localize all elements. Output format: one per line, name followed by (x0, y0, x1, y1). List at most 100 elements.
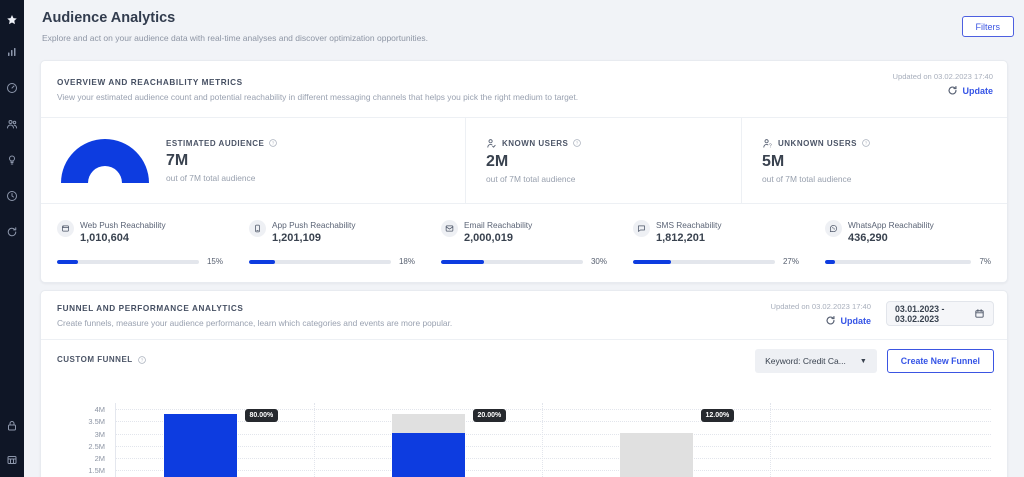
reachability-progress: 7% (825, 257, 991, 266)
keyword-dropdown[interactable]: Keyword: Credit Ca... ▼ (755, 349, 877, 373)
sidebar (0, 0, 24, 477)
caret-down-icon: ▼ (860, 358, 867, 365)
filters-button[interactable]: Filters (962, 16, 1015, 37)
progress-fill (441, 260, 484, 264)
refresh-icon (825, 315, 836, 326)
sidebar-bar-chart-icon[interactable] (0, 40, 24, 64)
y-axis (115, 403, 116, 477)
reachability-progress: 18% (249, 257, 415, 266)
sidebar-apps-grid-icon[interactable] (0, 448, 24, 472)
reachability-value: 1,201,109 (272, 232, 355, 244)
reachability-percent: 27% (783, 257, 799, 266)
reachability-value: 2,000,019 (464, 232, 532, 244)
conversion-badge: 20.00% (473, 409, 507, 422)
whatsapp-icon (829, 220, 838, 238)
known-users-sub: out of 7M total audience (486, 174, 581, 184)
estimated-audience-sub: out of 7M total audience (166, 173, 277, 183)
help-icon[interactable]: ? (573, 139, 581, 147)
reachability-label: App Push Reachability (272, 220, 355, 230)
progress-fill (57, 260, 78, 264)
overview-update-button[interactable]: Update (893, 85, 994, 96)
sidebar-gauge-icon[interactable] (0, 76, 24, 100)
sidebar-idea-icon[interactable] (0, 148, 24, 172)
funnel-update-button[interactable]: Update (771, 315, 872, 326)
overview-updated-timestamp: Updated on 03.02.2023 17:40 (893, 72, 994, 81)
reachability-label: SMS Reachability (656, 220, 721, 230)
y-axis-tick: 3M (57, 430, 105, 439)
reachability-item: Email Reachability 2,000,019 30% (441, 220, 633, 266)
app-push-icon (253, 220, 262, 238)
custom-funnel-label: CUSTOM FUNNEL (57, 355, 133, 364)
conversion-badge: 12.00% (701, 409, 735, 422)
known-users-label: KNOWN USERS (502, 139, 568, 148)
unknown-users-label: UNKNOWN USERS (778, 139, 857, 148)
overview-card-title: OVERVIEW AND REACHABILITY METRICS (57, 78, 991, 87)
progress-fill (825, 260, 835, 264)
refresh-icon (947, 85, 958, 96)
column-separator (542, 403, 543, 477)
reachability-percent: 18% (399, 257, 415, 266)
funnel-bar (164, 414, 237, 477)
overview-card-header: OVERVIEW AND REACHABILITY METRICS View y… (41, 61, 1007, 118)
estimated-audience-value: 7M (166, 152, 277, 170)
known-users-value: 2M (486, 153, 581, 171)
y-axis-tick: 2M (57, 454, 105, 463)
y-axis-tick: 2.5M (57, 442, 105, 451)
unknown-users-value: 5M (762, 153, 870, 171)
date-range-picker[interactable]: 03.01.2023 - 03.02.2023 (886, 301, 994, 326)
reachability-label: Web Push Reachability (80, 220, 166, 230)
sidebar-lock-icon[interactable] (0, 414, 24, 438)
svg-text:?: ? (769, 143, 772, 148)
reachability-progress: 27% (633, 257, 799, 266)
date-range-value: 03.01.2023 - 03.02.2023 (895, 304, 974, 324)
page-subtitle: Explore and act on your audience data wi… (42, 33, 428, 43)
sidebar-users-icon[interactable] (0, 112, 24, 136)
audience-gauge (61, 139, 149, 183)
metrics-row: ESTIMATED AUDIENCE ? 7M out of 7M total … (41, 118, 1007, 204)
reachability-value: 436,290 (848, 232, 934, 244)
create-new-funnel-button[interactable]: Create New Funnel (887, 349, 994, 373)
reachability-value: 1,010,604 (80, 232, 166, 244)
column-separator (770, 403, 771, 477)
svg-text:?: ? (272, 141, 275, 146)
page-title: Audience Analytics (42, 10, 175, 26)
reachability-item: SMS Reachability 1,812,201 27% (633, 220, 825, 266)
reachability-percent: 30% (591, 257, 607, 266)
overview-card-subtitle: View your estimated audience count and p… (57, 92, 991, 102)
gridline (115, 446, 991, 447)
reachability-value: 1,812,201 (656, 232, 721, 244)
conversion-badge: 80.00% (245, 409, 279, 422)
calendar-icon (974, 308, 985, 319)
y-axis-tick: 1.5M (57, 466, 105, 475)
reachability-item: WhatsApp Reachability 436,290 7% (825, 220, 991, 266)
reachability-item: Web Push Reachability 1,010,604 15% (57, 220, 249, 266)
sidebar-sync-icon[interactable] (0, 220, 24, 244)
reachability-progress: 15% (57, 257, 223, 266)
sidebar-star-icon[interactable] (0, 8, 24, 32)
person-question-icon: ? (762, 138, 773, 149)
funnel-updated-timestamp: Updated on 03.02.2023 17:40 (771, 302, 872, 311)
y-axis-tick: 3.5M (57, 417, 105, 426)
unknown-users-metric: ? UNKNOWN USERS ? 5M out of 7M total aud… (742, 118, 1007, 203)
reachability-label: Email Reachability (464, 220, 532, 230)
custom-funnel-toolbar: CUSTOM FUNNEL ? Keyword: Credit Ca... ▼ … (41, 340, 1007, 393)
sms-icon (637, 220, 646, 238)
funnel-analytics-card: FUNNEL AND PERFORMANCE ANALYTICS Create … (40, 290, 1008, 477)
reachability-progress: 30% (441, 257, 607, 266)
estimated-audience-label: ESTIMATED AUDIENCE (166, 139, 264, 148)
sidebar-history-icon[interactable] (0, 184, 24, 208)
help-icon[interactable]: ? (862, 139, 870, 147)
reachability-percent: 7% (979, 257, 991, 266)
help-icon[interactable]: ? (269, 139, 277, 147)
help-icon[interactable]: ? (138, 356, 146, 364)
main-content: Audience Analytics Explore and act on yo… (24, 0, 1024, 477)
overview-update-label: Update (962, 86, 993, 96)
funnel-update-label: Update (840, 316, 871, 326)
reachability-item: App Push Reachability 1,201,109 18% (249, 220, 441, 266)
svg-text:?: ? (576, 141, 579, 146)
funnel-bar (392, 433, 465, 477)
progress-fill (633, 260, 671, 264)
known-users-metric: KNOWN USERS ? 2M out of 7M total audienc… (466, 118, 742, 203)
funnel-bar-remainder (620, 433, 693, 477)
reachability-percent: 15% (207, 257, 223, 266)
